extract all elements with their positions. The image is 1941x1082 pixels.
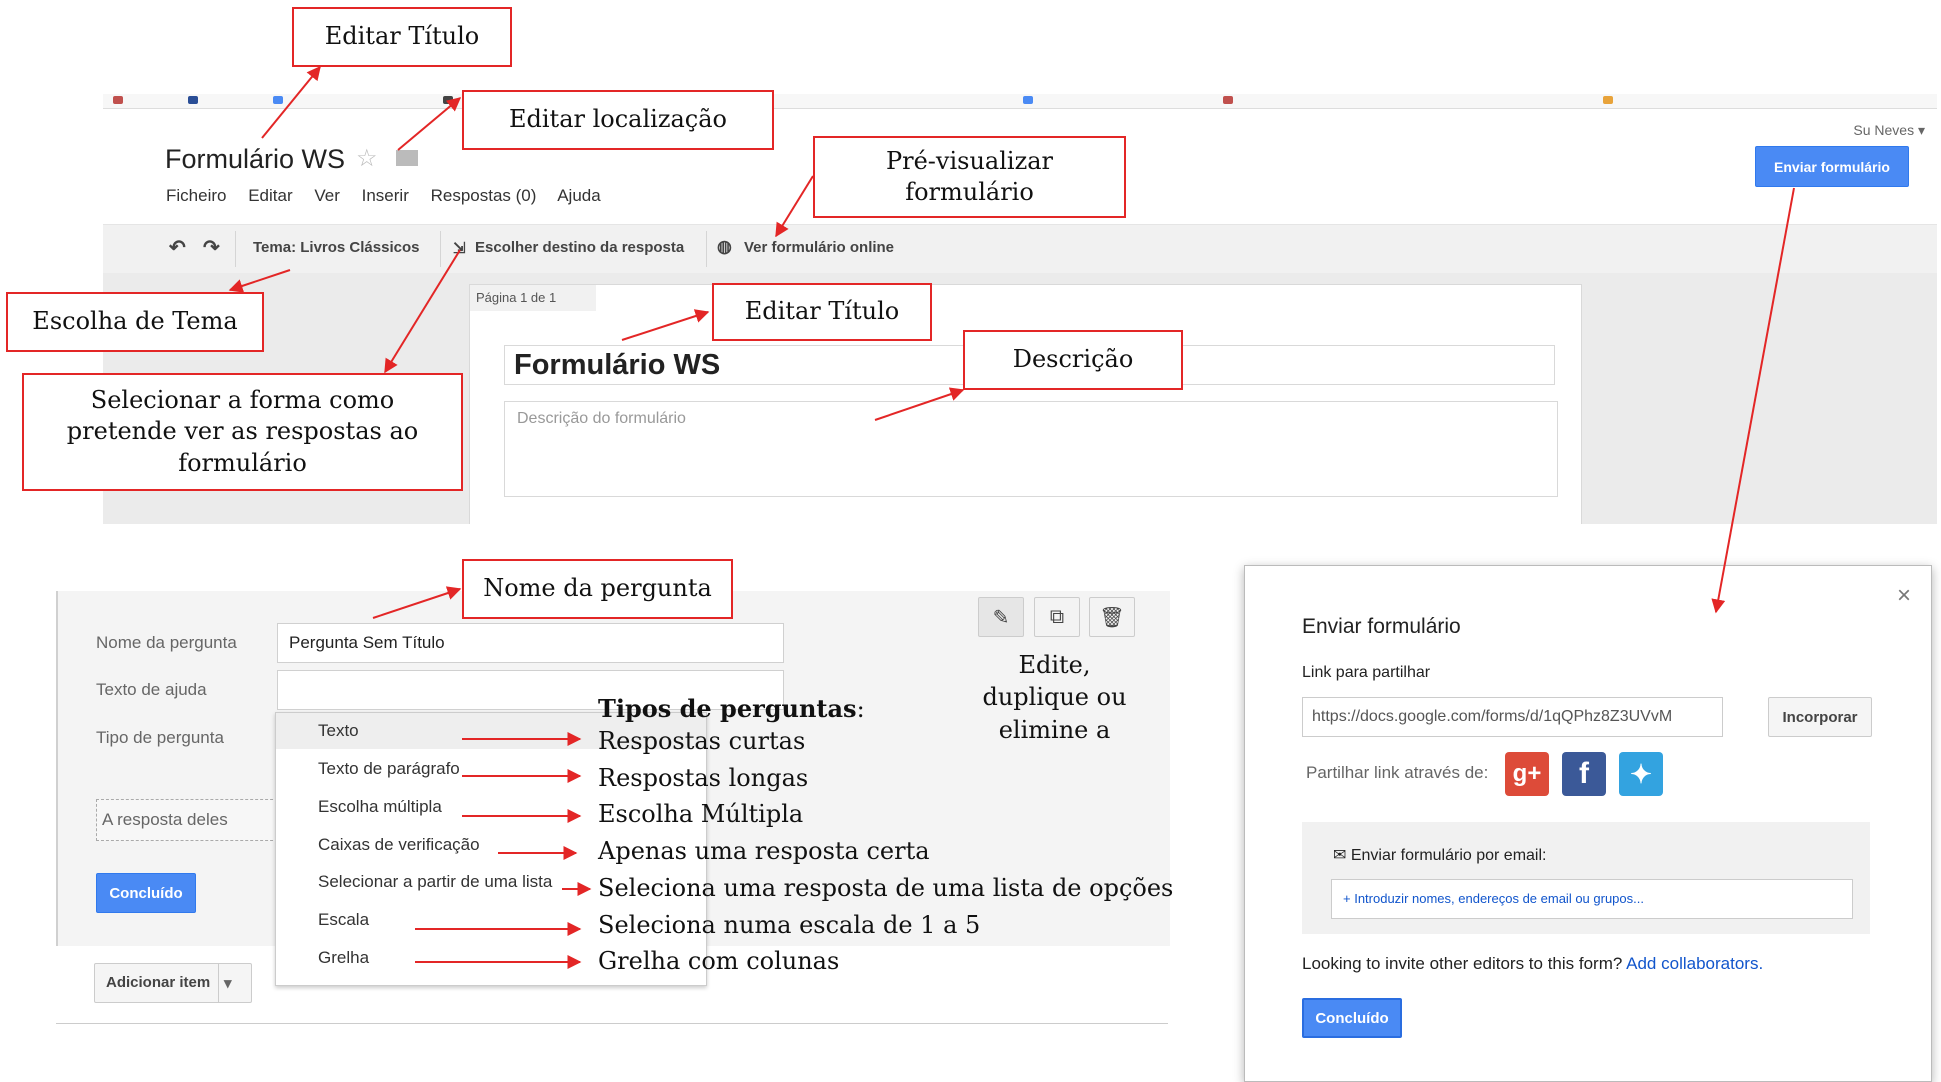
globe-icon: ◍ [717, 237, 732, 256]
google-plus-icon[interactable]: g+ [1505, 752, 1549, 796]
bookmark-bar [103, 94, 1937, 109]
redo-icon[interactable]: ↷ [203, 235, 220, 260]
form-description-input[interactable]: Descrição do formulário [504, 401, 1558, 497]
answer-preview: A resposta deles [96, 799, 283, 841]
menu-help[interactable]: Ajuda [557, 186, 600, 205]
menu-responses[interactable]: Respostas (0) [431, 186, 537, 205]
callout-preview: Pré-visualizar formulário [813, 136, 1126, 218]
star-icon[interactable]: ☆ [356, 144, 378, 173]
theme-button[interactable]: Tema: Livros Clássicos [253, 239, 419, 256]
page-tab: Página 1 de 1 [470, 285, 596, 311]
form-page-card: Página 1 de 1 Formulário WS Descrição do… [469, 284, 1582, 524]
question-done-button[interactable]: Concluído [96, 873, 196, 913]
menu-view[interactable]: Ver [314, 186, 340, 205]
menu-file[interactable]: Ficheiro [166, 186, 226, 205]
pencil-icon[interactable]: ✎ [978, 597, 1024, 637]
dialog-done-button[interactable]: Concluído [1302, 998, 1402, 1038]
invite-text: Looking to invite other editors to this … [1302, 954, 1623, 973]
embed-button[interactable]: Incorporar [1768, 697, 1872, 737]
twitter-icon[interactable]: ✦ [1619, 752, 1663, 796]
callout-edit-location: Editar localização [462, 90, 774, 150]
response-destination-icon: ⇲ [453, 240, 466, 257]
menu-insert[interactable]: Inserir [362, 186, 409, 205]
add-item-button[interactable]: Adicionar item ▾ [94, 963, 252, 1003]
email-label-text: Enviar formulário por email: [1350, 847, 1547, 864]
send-form-dialog: Enviar formulário × Link para partilhar … [1244, 565, 1932, 1082]
button-divider [218, 964, 219, 1002]
callout-question-name: Nome da pergunta [462, 559, 733, 619]
response-destination-button[interactable]: Escolher destino da resposta [475, 239, 684, 256]
envelope-icon: ✉ [1333, 847, 1351, 864]
note-types-heading: Tipos de perguntas: [598, 694, 865, 723]
callout-theme-choice: Escolha de Tema [6, 292, 264, 352]
chevron-down-icon[interactable]: ▾ [224, 974, 232, 992]
send-form-button[interactable]: Enviar formulário [1755, 146, 1909, 187]
note-type-desc-1: Respostas curtas [598, 727, 806, 755]
undo-icon[interactable]: ↶ [169, 235, 186, 260]
note-type-desc-7: Grelha com colunas [598, 947, 840, 975]
share-link-input[interactable]: https://docs.google.com/forms/d/1qQPhz8Z… [1302, 697, 1723, 737]
question-type-label: Tipo de pergunta [96, 728, 224, 747]
toolbar: ↶ ↷ Tema: Livros Clássicos ⇲ Escolher de… [103, 224, 1937, 274]
callout-edit-title-top: Editar Título [292, 7, 512, 67]
callout-edit-title-form: Editar Título [712, 283, 932, 341]
add-item-label: Adicionar item [106, 974, 211, 991]
dialog-title: Enviar formulário [1302, 615, 1461, 638]
facebook-icon[interactable]: f [1562, 752, 1606, 796]
callout-description: Descrição [963, 330, 1183, 390]
toolbar-divider [235, 231, 236, 267]
types-heading-colon: : [856, 695, 865, 723]
question-name-input[interactable]: Pergunta Sem Título [277, 623, 784, 663]
menu-bar: Ficheiro Editar Ver Inserir Respostas (0… [166, 186, 618, 206]
share-link-label: Link para partilhar [1302, 664, 1431, 681]
email-section: ✉ Enviar formulário por email: + Introdu… [1302, 822, 1870, 934]
note-type-desc-4: Apenas uma resposta certa [598, 837, 930, 865]
question-name-label: Nome da pergunta [96, 633, 237, 652]
help-text-label: Texto de ajuda [96, 680, 207, 699]
toolbar-divider [440, 231, 441, 267]
menu-edit[interactable]: Editar [248, 186, 292, 205]
folder-icon[interactable] [396, 150, 418, 166]
toolbar-divider [706, 231, 707, 267]
note-type-desc-5: Seleciona uma resposta de uma lista de o… [598, 874, 1174, 902]
invite-editors-text: Looking to invite other editors to this … [1302, 954, 1763, 974]
divider [56, 1023, 1168, 1024]
callout-select-responses: Selecionar a forma como pretende ver as … [22, 373, 463, 491]
view-live-form-button[interactable]: Ver formulário online [744, 239, 894, 256]
add-collaborators-link[interactable]: Add collaborators. [1626, 954, 1763, 973]
email-recipients-input[interactable]: + Introduzir nomes, endereços de email o… [1331, 879, 1853, 919]
user-account-menu[interactable]: Su Neves ▾ [1853, 122, 1925, 139]
note-edit-tools: Edite, duplique ou elimine a [982, 651, 1127, 744]
document-title[interactable]: Formulário WS [165, 144, 345, 175]
note-type-desc-2: Respostas longas [598, 764, 809, 792]
share-via-label: Partilhar link através de: [1306, 763, 1489, 782]
duplicate-icon[interactable]: ⧉ [1034, 597, 1080, 637]
note-type-desc-3: Escolha Múltipla [598, 800, 804, 828]
close-icon[interactable]: × [1897, 582, 1911, 610]
types-heading-text: Tipos de perguntas [598, 694, 857, 723]
email-label: ✉ Enviar formulário por email: [1333, 845, 1546, 865]
trash-icon[interactable]: 🗑 [1089, 597, 1135, 637]
note-type-desc-6: Seleciona numa escala de 1 a 5 [598, 911, 981, 939]
